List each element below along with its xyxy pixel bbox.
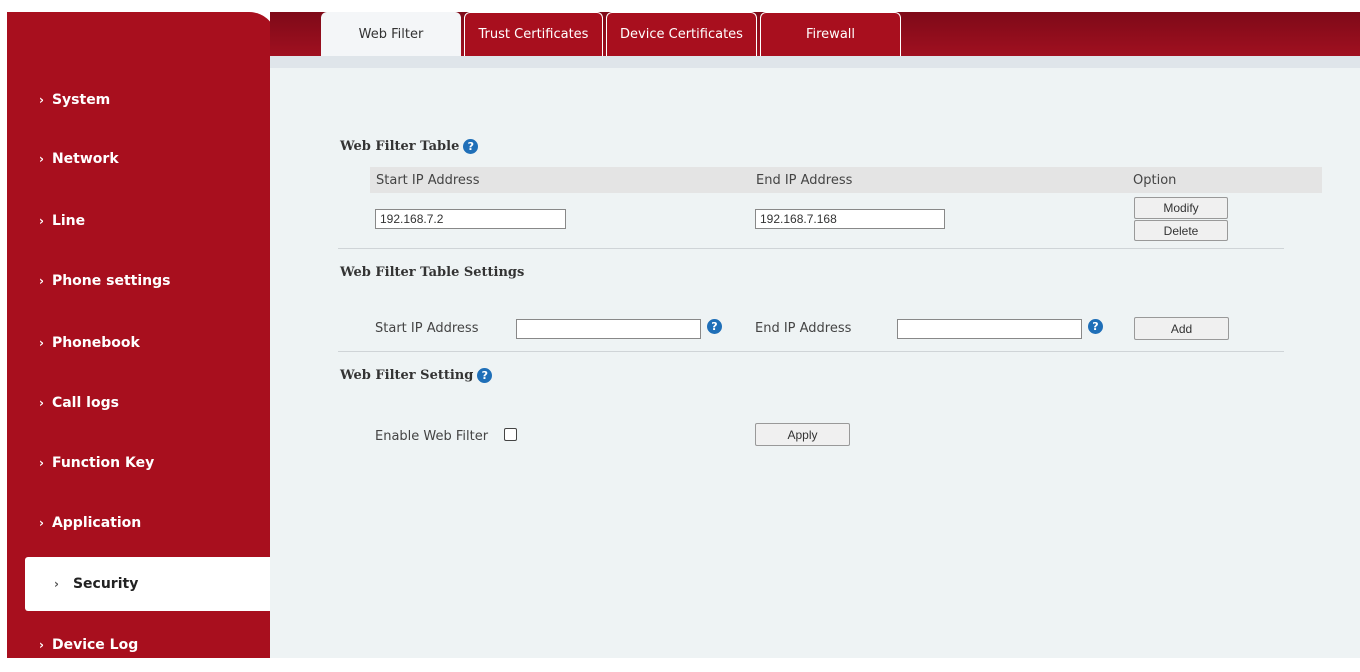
tab-strip-shadow — [270, 56, 1360, 68]
help-icon[interactable]: ? — [477, 368, 493, 383]
tab-device-certificates[interactable]: Device Certificates — [606, 12, 757, 56]
table-row-end-ip-field[interactable]: 192.168.7.168 — [755, 209, 945, 229]
column-header-option: Option — [1133, 173, 1177, 188]
sidebar-item-label: Security — [72, 576, 139, 592]
sidebar-item-label: Function Key — [51, 455, 155, 471]
divider — [338, 351, 1284, 352]
tab-label: Trust Certificates — [478, 27, 589, 42]
sidebar-item-function-key[interactable]: › Function Key — [7, 436, 270, 490]
table-header: Start IP Address End IP Address Option — [370, 167, 1322, 193]
chevron-right-icon: › — [39, 396, 44, 410]
column-header-end-ip: End IP Address — [756, 173, 853, 188]
section-title-text: Web Filter Table — [340, 139, 460, 154]
chevron-right-icon: › — [39, 152, 44, 166]
sidebar-item-system[interactable]: › System — [7, 73, 270, 127]
sidebar-item-device-log[interactable]: › Device Log — [7, 618, 270, 672]
chevron-right-icon: › — [39, 274, 44, 288]
apply-button[interactable]: Apply — [755, 423, 850, 446]
chevron-right-icon: › — [54, 577, 59, 591]
sidebar-item-label: Phone settings — [51, 273, 171, 289]
add-button[interactable]: Add — [1134, 317, 1229, 340]
tab-label: Firewall — [805, 27, 856, 42]
delete-button[interactable]: Delete — [1134, 220, 1228, 241]
end-ip-input[interactable] — [897, 319, 1082, 339]
chevron-right-icon: › — [39, 638, 44, 652]
sidebar-item-label: System — [51, 92, 111, 108]
sidebar-item-network[interactable]: › Network — [7, 132, 270, 186]
section-title-text: Web Filter Setting — [340, 368, 474, 383]
sidebar: › System › Network › Line › Phone settin… — [7, 12, 277, 658]
sidebar-item-label: Line — [51, 213, 86, 229]
sidebar-item-label: Phonebook — [51, 335, 140, 351]
column-header-start-ip: Start IP Address — [376, 173, 480, 188]
sidebar-item-label: Device Log — [51, 637, 139, 653]
chevron-right-icon: › — [39, 214, 44, 228]
tab-web-filter[interactable]: Web Filter — [321, 12, 461, 56]
sidebar-item-line[interactable]: › Line — [7, 194, 270, 248]
start-ip-label: Start IP Address — [375, 321, 479, 336]
divider — [338, 248, 1284, 249]
chevron-right-icon: › — [39, 456, 44, 470]
end-ip-label: End IP Address — [755, 321, 852, 336]
enable-web-filter-checkbox[interactable] — [504, 428, 517, 441]
section-title-text: Web Filter Table Settings — [340, 265, 525, 280]
tab-label: Device Certificates — [620, 27, 743, 42]
chevron-right-icon: › — [39, 93, 44, 107]
tab-label: Web Filter — [358, 26, 424, 42]
web-filter-setting-title: Web Filter Setting ? — [340, 368, 493, 383]
sidebar-item-phone-settings[interactable]: › Phone settings — [7, 254, 270, 308]
help-icon[interactable]: ? — [707, 319, 722, 334]
tab-trust-certificates[interactable]: Trust Certificates — [464, 12, 603, 56]
sidebar-item-label: Network — [51, 151, 119, 167]
main-content — [270, 68, 1360, 658]
web-filter-table-title: Web Filter Table ? — [340, 139, 479, 154]
modify-button[interactable]: Modify — [1134, 197, 1228, 219]
web-filter-table-settings-title: Web Filter Table Settings — [340, 265, 524, 280]
enable-web-filter-label: Enable Web Filter — [375, 429, 489, 444]
chevron-right-icon: › — [39, 516, 44, 530]
help-icon[interactable]: ? — [463, 139, 479, 154]
sidebar-item-label: Application — [51, 515, 142, 531]
table-row-start-ip-field[interactable]: 192.168.7.2 — [375, 209, 566, 229]
sidebar-item-call-logs[interactable]: › Call logs — [7, 376, 270, 430]
chevron-right-icon: › — [39, 336, 44, 350]
start-ip-input[interactable] — [516, 319, 701, 339]
tab-firewall[interactable]: Firewall — [760, 12, 901, 56]
sidebar-item-security[interactable]: › Security — [25, 557, 270, 611]
sidebar-item-label: Call logs — [51, 395, 119, 411]
help-icon[interactable]: ? — [1088, 319, 1103, 334]
sidebar-item-application[interactable]: › Application — [7, 496, 270, 550]
sidebar-item-phonebook[interactable]: › Phonebook — [7, 316, 270, 370]
